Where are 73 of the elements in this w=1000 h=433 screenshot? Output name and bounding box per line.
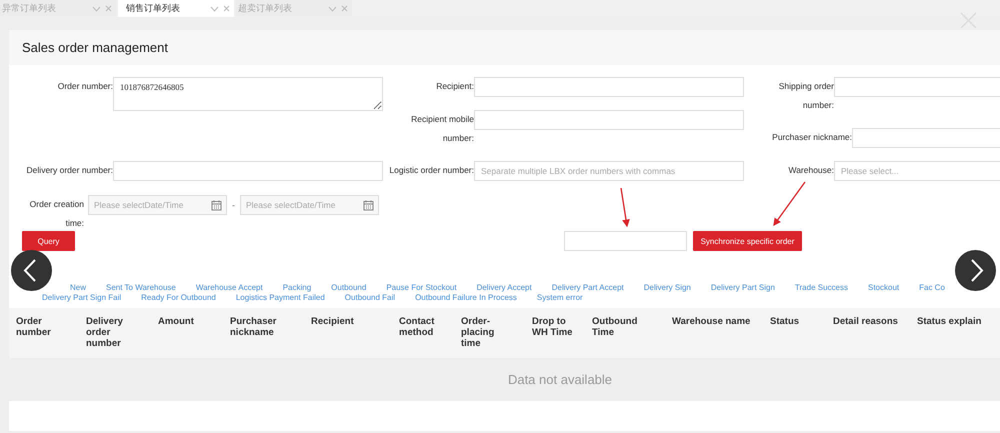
field-label: Delivery order number: [26,164,113,177]
status-filter-link[interactable]: Delivery Accept [476,283,532,292]
tab[interactable]: 销售订单列表 [118,0,234,17]
input-field[interactable] [113,161,383,181]
calendar-icon[interactable] [211,200,222,210]
status-filter-link[interactable]: Outbound Fail [344,292,396,302]
annotation-arrow [620,188,630,228]
annotation-arrow [773,182,806,226]
input-field[interactable] [834,77,1000,97]
status-filter-link[interactable]: Trade Success [794,283,848,292]
column-header: Drop to WH Time [532,316,574,340]
status-filter-link[interactable]: Stockout [868,283,900,292]
input-field[interactable]: Separate multiple LBX order numbers with commas [474,161,744,181]
synchronize-button[interactable]: Synchronize specific order [693,231,802,251]
tab[interactable]: 超卖订单列表 [236,0,352,17]
status-filter-link[interactable]: Sent To Warehouse [106,283,176,292]
status-filter-link[interactable]: Delivery Part Sign [710,283,775,292]
status-filter-link[interactable]: Warehouse Accept [196,283,263,292]
column-header: Order number [16,316,52,340]
status-filter-link[interactable]: Outbound [331,283,366,292]
column-header: Status explain [917,316,982,329]
field-label: Purchaser nickname: [771,131,852,144]
field-label: Logistic order number: [388,164,474,177]
previous-button[interactable] [11,250,52,291]
status-filter-link[interactable]: Fac Co [919,283,945,292]
field-label: Order creation time: [28,198,84,230]
tab[interactable]: 异常订单列表 [0,0,116,17]
order-number-field[interactable]: 101876872646805 [113,77,383,111]
close-icon[interactable] [223,5,230,12]
warehouse-select[interactable]: Please select... [834,161,1000,181]
chevron-down-icon[interactable] [210,6,219,12]
range-separator: - [231,199,236,212]
status-filter-link[interactable]: Logistics Payment Failed [236,292,325,302]
field-label: Order number: [56,80,113,93]
status-filter-link[interactable]: Delivery Part Accept [552,283,624,292]
calendar-icon[interactable] [363,200,374,210]
column-header: Delivery order number [86,316,124,351]
input-field[interactable] [564,231,687,251]
column-header: Recipient [311,316,355,329]
next-button[interactable] [955,250,996,291]
column-header: Warehouse name [672,316,752,329]
date-field[interactable]: Please selectDate/Time [88,195,227,215]
status-filter-link[interactable]: Outbound Failure In Process [415,292,517,302]
query-button[interactable]: Query [22,231,75,251]
close-icon[interactable] [960,12,977,29]
panel-title: Sales order management [22,40,168,55]
close-icon[interactable] [341,5,348,12]
column-header: Detail reasons [833,316,899,329]
input-field[interactable] [474,77,744,97]
close-icon[interactable] [105,5,112,12]
status-filter-link[interactable]: System error [536,292,583,302]
status-filter-link[interactable]: Delivery Part Sign Fail [42,292,122,302]
input-field[interactable] [852,128,1000,148]
column-header: Contact method [399,316,436,340]
status-filter-link[interactable]: New [70,283,86,292]
empty-message: Data not available [508,372,612,387]
column-header: Status [770,316,800,329]
field-label: Shipping order number: [778,80,834,112]
column-header: Purchaser nickname [230,316,278,340]
column-header: Order-placing time [461,316,496,351]
input-field[interactable] [474,110,744,130]
field-label: Warehouse: [787,164,834,177]
field-label: Recipient: [435,80,474,93]
status-filter-link[interactable]: Ready For Outbound [141,292,216,302]
date-field[interactable]: Please selectDate/Time [240,195,379,215]
column-header: Amount [158,316,195,329]
status-filter-link[interactable]: Packing [282,283,312,292]
field-label: Recipient mobile number: [410,113,474,145]
status-filter-link[interactable]: Pause For Stockout [386,283,457,292]
chevron-down-icon[interactable] [92,6,101,12]
chevron-down-icon[interactable] [328,6,337,12]
column-header: Outbound Time [592,316,638,340]
status-filter-link[interactable]: Delivery Sign [644,283,691,292]
